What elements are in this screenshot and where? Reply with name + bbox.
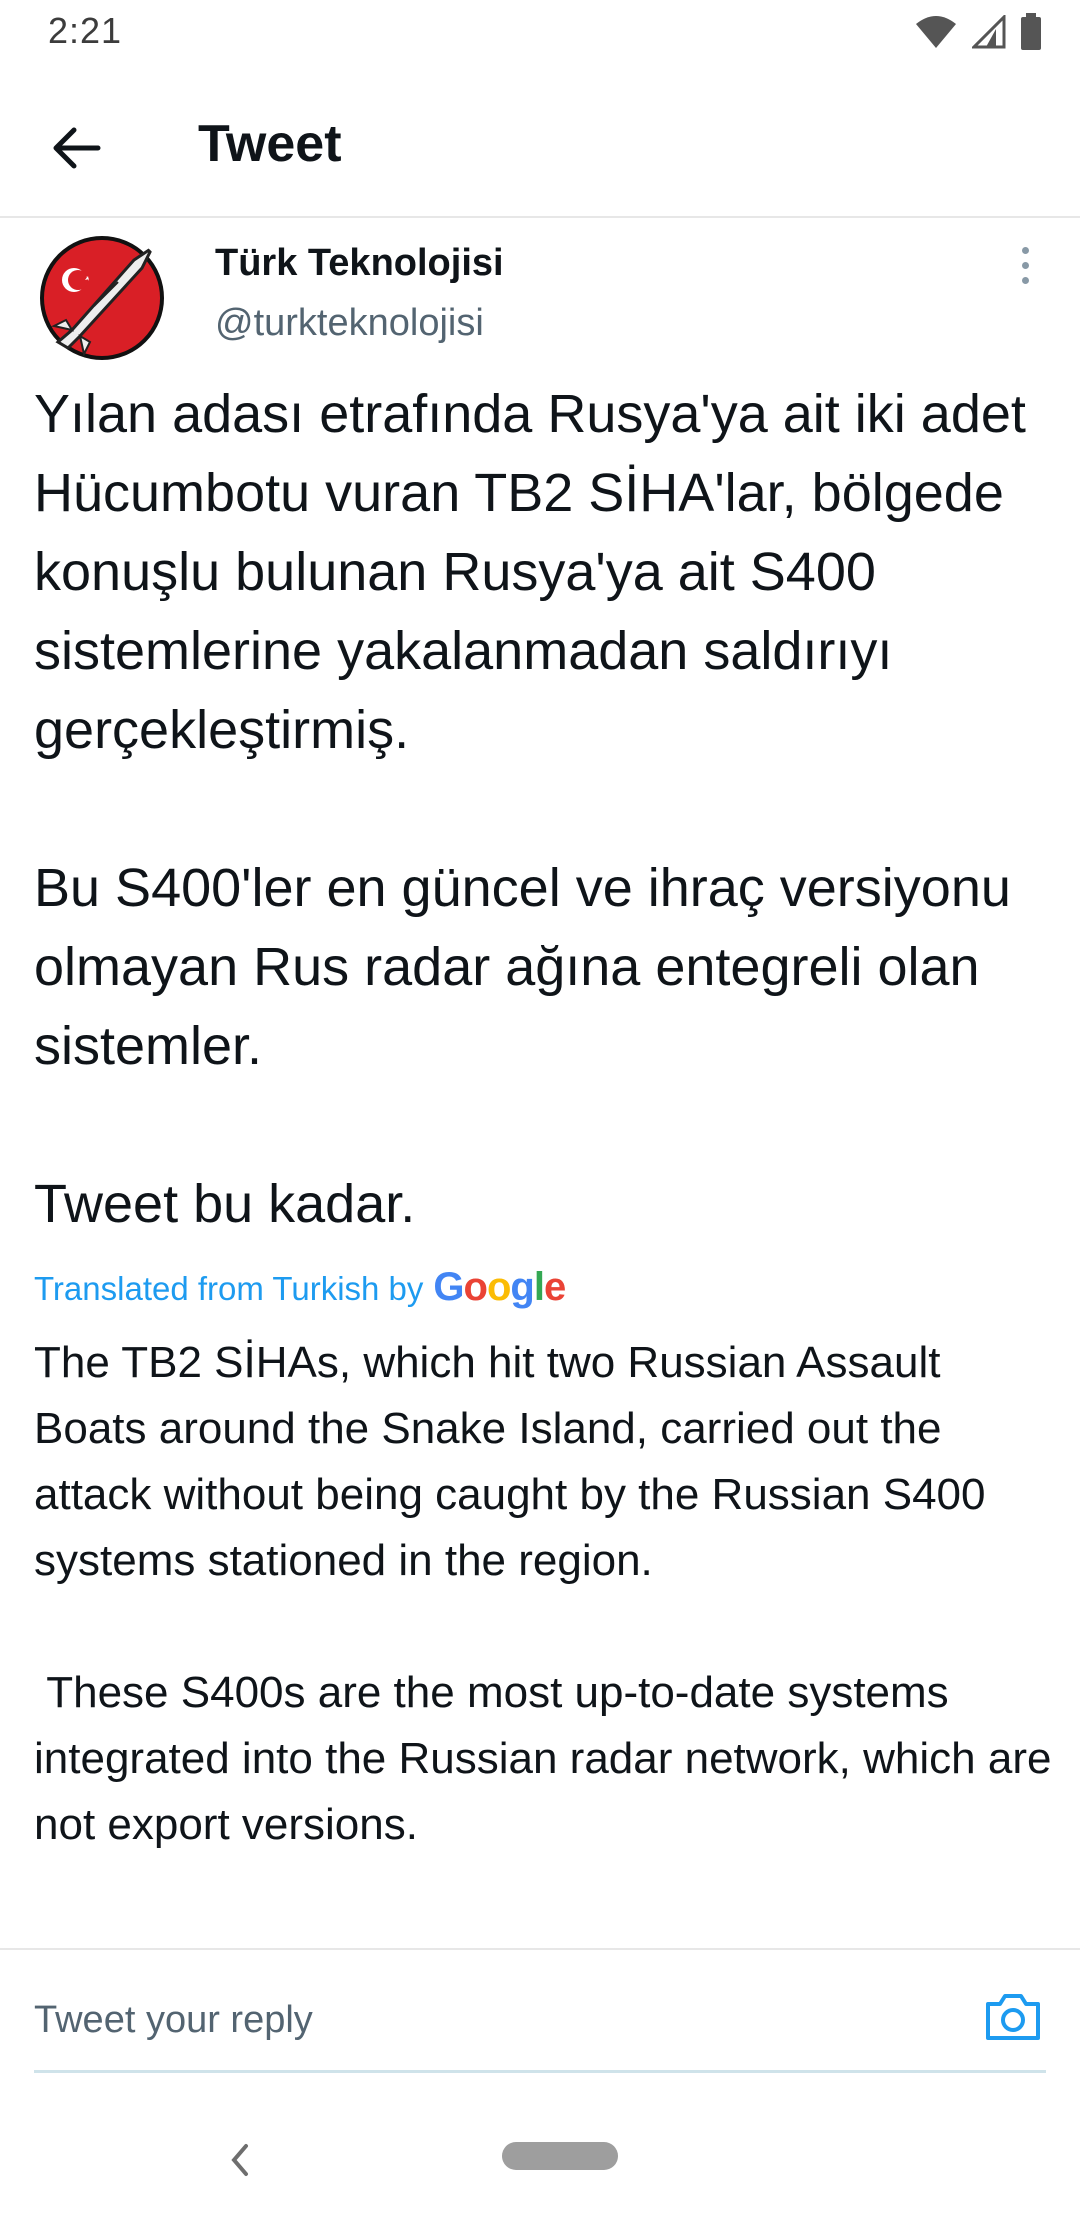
back-button[interactable] bbox=[36, 110, 116, 190]
more-options-button[interactable] bbox=[1005, 240, 1045, 290]
battery-icon bbox=[1020, 12, 1042, 56]
more-vertical-icon-dot bbox=[1021, 261, 1029, 269]
system-nav-bar bbox=[0, 2100, 1080, 2220]
author-handle[interactable]: @turkteknolojisi bbox=[215, 302, 484, 345]
signal-icon bbox=[970, 12, 1006, 54]
translation-paragraph: These S400s are the most up-to-date syst… bbox=[34, 1668, 1064, 1849]
nav-back-button[interactable] bbox=[222, 2142, 258, 2182]
app-header: Tweet bbox=[0, 66, 1080, 218]
page-title: Tweet bbox=[198, 115, 342, 173]
arrow-left-icon bbox=[50, 126, 102, 175]
reply-underline bbox=[34, 2070, 1046, 2073]
status-time: 2:21 bbox=[48, 10, 123, 51]
divider bbox=[0, 1948, 1080, 1950]
status-icons bbox=[914, 12, 1042, 56]
status-bar: 2:21 bbox=[0, 0, 1080, 66]
author-name[interactable]: Türk Teknolojisi bbox=[215, 242, 504, 285]
home-pill-icon[interactable] bbox=[502, 2142, 618, 2170]
tweet-text: Yılan adası etrafında Rusya'ya ait iki a… bbox=[34, 375, 1054, 1244]
more-vertical-icon-dot bbox=[1021, 276, 1029, 284]
tweet-paragraph: Tweet bu kadar. bbox=[34, 1174, 416, 1234]
translated-label: Translated from Turkish by bbox=[34, 1270, 424, 1307]
reply-input[interactable]: Tweet your reply bbox=[34, 1990, 934, 2050]
camera-button[interactable] bbox=[980, 1988, 1046, 2048]
rocket-logo bbox=[36, 232, 168, 364]
wifi-icon bbox=[914, 14, 958, 55]
avatar[interactable] bbox=[34, 230, 170, 366]
translation-paragraph: The TB2 SİHAs, which hit two Russian Ass… bbox=[34, 1338, 998, 1585]
tweet-paragraph: Yılan adası etrafında Rusya'ya ait iki a… bbox=[34, 384, 1026, 760]
chevron-left-icon bbox=[230, 2143, 250, 2182]
more-vertical-icon-dot bbox=[1021, 246, 1029, 254]
translation-attribution[interactable]: Translated from Turkish by Google bbox=[34, 1265, 566, 1315]
tweet-paragraph: Bu S400'ler en güncel ve ihraç versiyonu… bbox=[34, 858, 1011, 1076]
translation-text: The TB2 SİHAs, which hit two Russian Ass… bbox=[34, 1330, 1054, 1858]
google-logo: Google bbox=[433, 1265, 566, 1309]
camera-icon bbox=[984, 1990, 1042, 2047]
